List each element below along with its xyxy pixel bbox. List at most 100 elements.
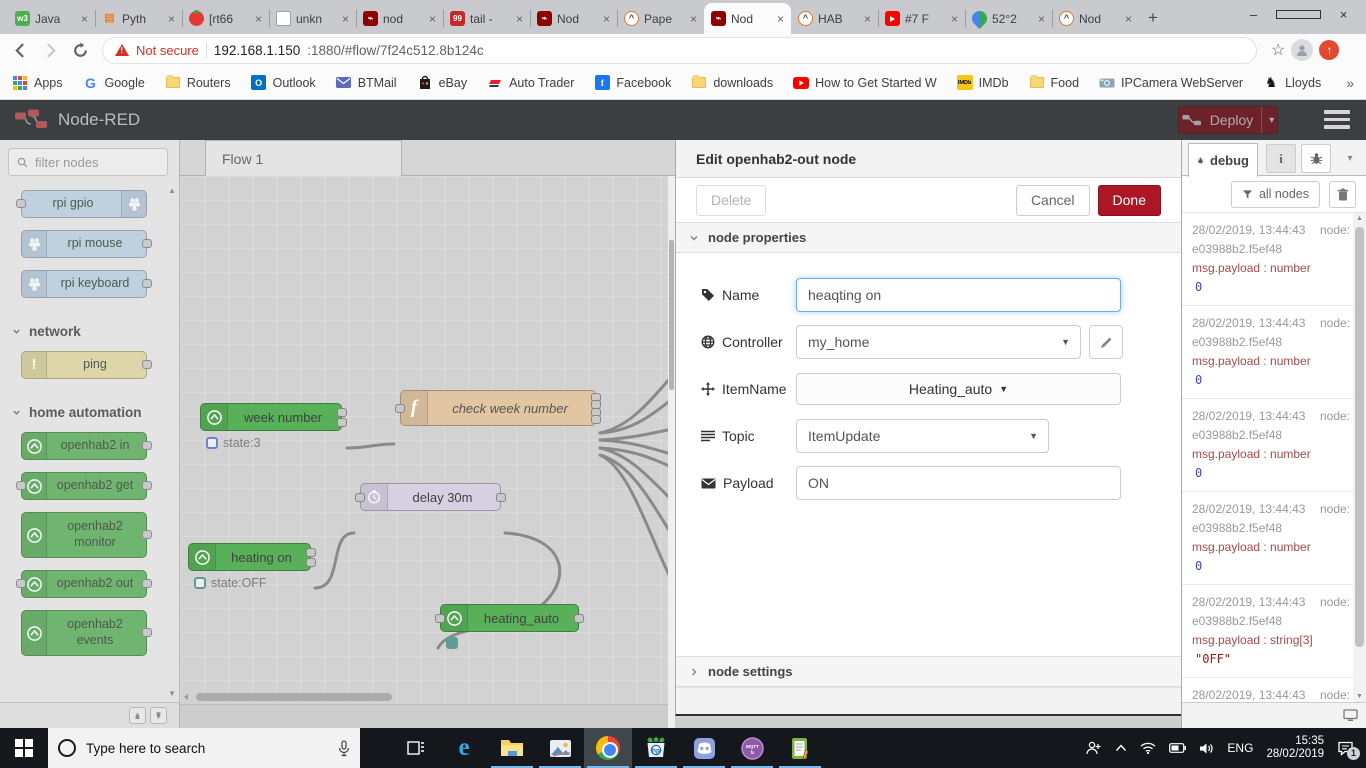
itemname-dropdown-button[interactable]: Heating_auto ▼ xyxy=(796,373,1121,405)
microphone-icon[interactable] xyxy=(338,739,350,757)
tab-close-icon[interactable]: × xyxy=(168,12,175,26)
palette-scroll-down-icon[interactable]: ▼ xyxy=(168,689,176,698)
palette-node-openhab2-events[interactable]: openhab2 events xyxy=(21,610,152,656)
sidebar-tabs-dropdown-icon[interactable]: ▾ xyxy=(1335,144,1365,173)
tab-close-icon[interactable]: × xyxy=(429,12,436,26)
wire[interactable] xyxy=(345,442,396,450)
browser-tab[interactable]: ▤ Pyth × xyxy=(95,3,182,34)
done-button[interactable]: Done xyxy=(1097,184,1161,216)
wire[interactable] xyxy=(313,531,356,590)
language-indicator[interactable]: ENG xyxy=(1227,741,1253,755)
browser-tab[interactable]: ^ Pape × xyxy=(617,3,704,34)
flow-node-delay-30m[interactable]: delay 30m xyxy=(355,483,506,511)
taskbar-search[interactable]: Type here to search xyxy=(48,728,360,768)
canvas-grid[interactable]: week number state:3 f check week number dela… xyxy=(180,176,668,704)
browser-tab[interactable]: w3 Java × xyxy=(8,3,95,34)
reload-icon[interactable] xyxy=(68,38,92,62)
bookmark-item[interactable]: f Facebook xyxy=(594,75,671,91)
expand-all-button[interactable]: ▼ ▼ xyxy=(150,707,167,724)
speaker-icon[interactable] xyxy=(1199,742,1214,755)
flow-tab[interactable]: Flow 1 xyxy=(205,140,402,176)
start-button[interactable] xyxy=(0,728,48,768)
tab-close-icon[interactable]: × xyxy=(777,12,784,26)
debug-filter-button[interactable]: all nodes xyxy=(1230,180,1320,208)
taskbar-clock[interactable]: 15:35 28/02/2019 xyxy=(1266,735,1324,761)
battery-icon[interactable] xyxy=(1169,743,1187,753)
forward-icon[interactable] xyxy=(38,38,62,62)
palette-node-openhab2-in[interactable]: openhab2 in xyxy=(21,432,152,460)
palette-node-openhab2-monitor[interactable]: openhab2 monitor xyxy=(21,512,152,558)
new-tab-button[interactable]: + xyxy=(1139,4,1167,32)
browser-tab[interactable]: ^ Nod × xyxy=(1052,3,1139,34)
canvas-vscrollbar[interactable] xyxy=(668,176,675,728)
back-icon[interactable] xyxy=(8,38,32,62)
node-settings-section[interactable]: node settings xyxy=(676,656,1181,687)
payload-input[interactable]: ON xyxy=(796,466,1121,500)
bookmark-item[interactable]: How to Get Started W xyxy=(793,75,937,91)
people-icon[interactable] xyxy=(1086,741,1102,755)
close-button[interactable]: × xyxy=(1321,0,1366,28)
browser-update-icon[interactable]: ↑ xyxy=(1319,40,1340,60)
taskbar-app-file-explorer[interactable] xyxy=(488,728,536,768)
palette-filter-input[interactable]: filter nodes xyxy=(8,148,168,176)
open-window-icon[interactable] xyxy=(1343,709,1358,722)
bookmark-item[interactable]: BTMail xyxy=(336,75,397,91)
browser-tab[interactable]: ^ HAB × xyxy=(791,3,878,34)
delete-button[interactable]: Delete xyxy=(696,184,767,216)
taskbar-app-mqtt[interactable]: MQTT fx xyxy=(728,728,776,768)
palette-node-rpi-keyboard[interactable]: rpi keyboard xyxy=(21,270,152,298)
bookmark-item[interactable]: G Google xyxy=(83,75,145,91)
taskbar-app-photos[interactable] xyxy=(536,728,584,768)
main-menu-icon[interactable] xyxy=(1324,110,1350,129)
debug-clear-button[interactable] xyxy=(1329,180,1356,208)
taskbar-app-notepad[interactable] xyxy=(776,728,824,768)
notification-center-icon[interactable]: 1 xyxy=(1337,741,1360,760)
palette-section-network[interactable]: network xyxy=(0,310,168,351)
tab-debug[interactable]: debug xyxy=(1188,143,1258,177)
tab-close-icon[interactable]: × xyxy=(516,12,523,26)
tab-close-icon[interactable]: × xyxy=(342,12,349,26)
browser-tab[interactable]: #7 F × xyxy=(878,3,965,34)
taskbar-app-task-view[interactable] xyxy=(392,728,440,768)
browser-tab[interactable]: unkn × xyxy=(269,3,356,34)
bookmark-item[interactable]: IMDb IMDb xyxy=(956,75,1009,91)
tab-close-icon[interactable]: × xyxy=(255,12,262,26)
flow-node-heating_auto[interactable]: heating_auto xyxy=(435,604,584,632)
deploy-caret-icon[interactable]: ▾ xyxy=(1261,107,1274,133)
tab-info[interactable]: i xyxy=(1266,144,1296,173)
cancel-button[interactable]: Cancel xyxy=(1015,184,1090,216)
bookmark-item[interactable]: downloads xyxy=(691,75,773,91)
bookmark-item[interactable]: O Outlook xyxy=(251,75,316,91)
bookmark-item[interactable]: eBay xyxy=(417,75,467,91)
wifi-icon[interactable] xyxy=(1140,742,1156,754)
tab-close-icon[interactable]: × xyxy=(81,12,88,26)
taskbar-app-hp-store[interactable]: hp xyxy=(632,728,680,768)
controller-select[interactable]: my_home ▼ xyxy=(796,325,1081,359)
tab-close-icon[interactable]: × xyxy=(1125,12,1132,26)
flow-node-week-number[interactable]: week number xyxy=(200,403,347,431)
maximize-button[interactable] xyxy=(1276,0,1321,28)
name-input[interactable]: heaqting on xyxy=(796,278,1121,312)
topic-select[interactable]: ItemUpdate ▼ xyxy=(796,419,1049,453)
browser-tab[interactable]: 52°2 × xyxy=(965,3,1052,34)
edit-controller-button[interactable] xyxy=(1089,325,1123,359)
bookmark-item[interactable]: Auto Trader xyxy=(487,75,574,91)
browser-tab[interactable]: [rt66 × xyxy=(182,3,269,34)
tab-close-icon[interactable]: × xyxy=(951,12,958,26)
taskbar-app-edge[interactable]: e xyxy=(440,728,488,768)
browser-tab[interactable]: 99 tail - × xyxy=(443,3,530,34)
debug-scrollbar[interactable]: ▲ ▼ xyxy=(1353,213,1366,702)
bookmark-item[interactable]: Routers xyxy=(165,75,231,91)
palette-scroll-up-icon[interactable]: ▲ xyxy=(168,186,176,195)
bookmark-item[interactable]: ♞ Lloyds xyxy=(1263,74,1321,91)
bookmarks-overflow-icon[interactable]: » xyxy=(1346,75,1354,91)
tab-close-icon[interactable]: × xyxy=(864,12,871,26)
palette-node-rpi-gpio[interactable]: rpi gpio xyxy=(16,190,147,218)
palette-node-openhab2-get[interactable]: openhab2 get xyxy=(16,472,152,500)
palette-node-openhab2-out[interactable]: openhab2 out xyxy=(16,570,152,598)
bookmark-item[interactable]: Apps xyxy=(12,75,63,91)
taskbar-app-discord[interactable] xyxy=(680,728,728,768)
palette-node-ping[interactable]: ! ping xyxy=(21,351,152,379)
bookmark-item[interactable]: IPCamera WebServer xyxy=(1099,75,1243,91)
palette-section-home-automation[interactable]: home automation xyxy=(0,391,168,432)
